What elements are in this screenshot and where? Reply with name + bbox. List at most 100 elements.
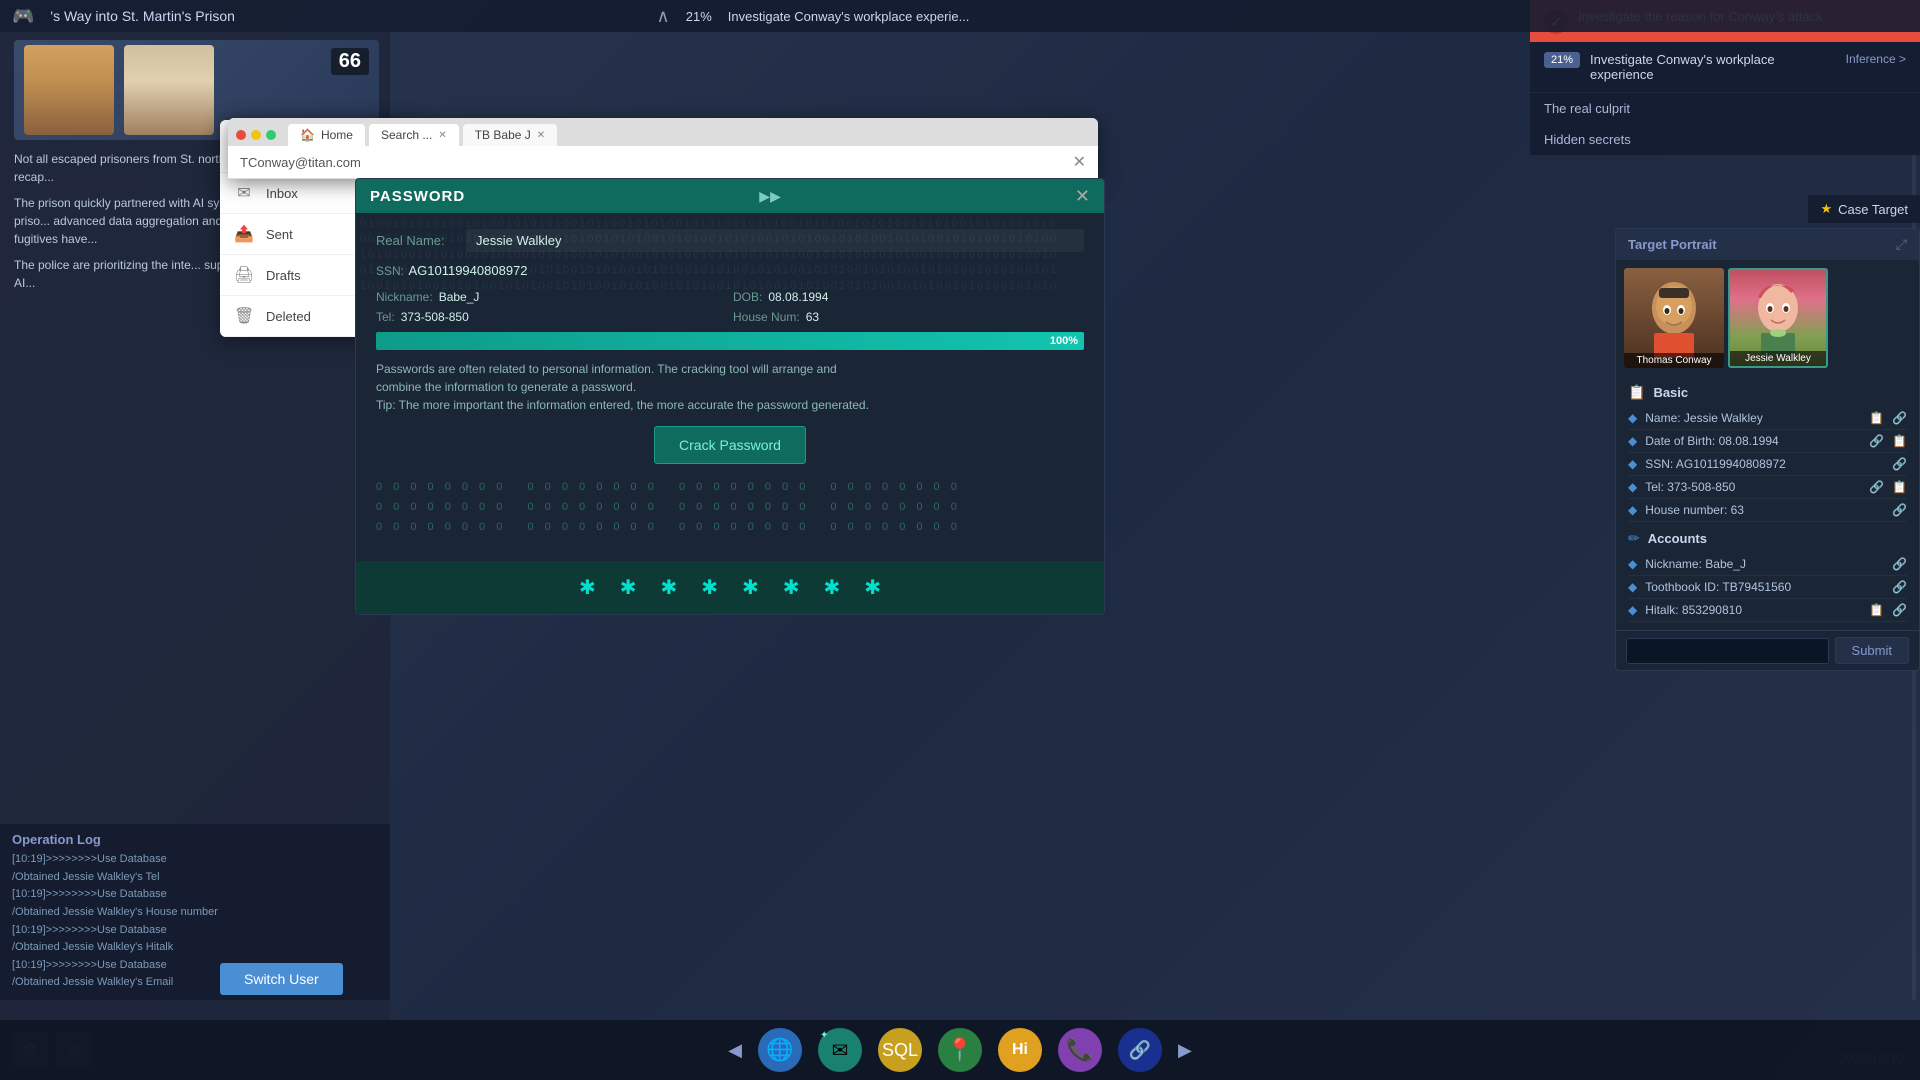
tel-copy-icon[interactable]: 📋 — [1892, 480, 1907, 494]
operation-log-title: Operation Log — [12, 832, 378, 847]
inference-label[interactable]: Inference > — [1846, 52, 1906, 66]
dob-info: Date of Birth: 08.08.1994 — [1645, 434, 1861, 448]
info-nickname-row: ◆ Nickname: Babe_J 🔗 — [1628, 553, 1907, 576]
maximize-dot[interactable] — [266, 130, 276, 140]
nickname-value: Babe_J — [439, 290, 480, 304]
hitalk-info: Hitalk: 853290810 — [1645, 603, 1861, 617]
hint-line3: Tip: The more important the information … — [376, 398, 869, 412]
home-tab-label: 🏠 — [300, 128, 315, 142]
top-bar-percent: 21% — [686, 9, 712, 24]
close-dot[interactable] — [236, 130, 246, 140]
hitalk-copy-icon[interactable]: 📋 — [1869, 603, 1884, 617]
dob-label: DOB: — [733, 290, 762, 304]
tel-label: Tel: — [376, 310, 395, 324]
accounts-section-header: ✏ Accounts — [1628, 530, 1907, 547]
top-bar-title: 's Way into St. Martin's Prison — [50, 8, 640, 24]
nickname-link-icon[interactable]: 🔗 — [1892, 557, 1907, 571]
real-name-value: Jessie Walkley — [466, 229, 1084, 252]
taskbar-phone-icon[interactable]: 📞 — [1058, 1028, 1102, 1072]
taskbar-hi-icon[interactable]: Hi — [998, 1028, 1042, 1072]
info-tel-row: ◆ Tel: 373-508-850 🔗 📋 — [1628, 476, 1907, 499]
house-info-bullet: ◆ — [1628, 503, 1637, 517]
hitalk-info-bullet: ◆ — [1628, 603, 1637, 617]
progress-bar-container: 100% — [376, 332, 1084, 350]
taskbar-mail-icon[interactable]: ✉ ✦ — [818, 1028, 862, 1072]
name-copy-icon[interactable]: 📋 — [1869, 411, 1884, 425]
obj-item-label: Investigate Conway's workplace experienc… — [1590, 52, 1836, 82]
tel-value: 373-508-850 — [401, 310, 469, 324]
taskbar-browser-icon[interactable]: 🌐 — [758, 1028, 802, 1072]
op-entry-1: [10:19]>>>>>>>>Use Database — [12, 851, 378, 869]
switch-user-button[interactable]: Switch User — [220, 963, 343, 995]
email-from-address: TConway@titan.com — [240, 155, 361, 170]
minimize-dot[interactable] — [251, 130, 261, 140]
op-entry-6: /Obtained Jessie Walkley's Hitalk — [12, 939, 378, 957]
toothbook-info-bullet: ◆ — [1628, 580, 1637, 594]
taskbar-location-icon[interactable]: 📍 — [938, 1028, 982, 1072]
portrait-conway[interactable]: Thomas Conway — [1624, 268, 1724, 368]
taskbar-link-icon[interactable]: 🔗 — [1118, 1028, 1162, 1072]
email-browser-close-icon[interactable]: ✕ — [1073, 152, 1086, 172]
real-name-label: Real Name: — [376, 233, 466, 248]
tab-tb-babe[interactable]: TB Babe J ✕ — [463, 124, 557, 146]
submit-button[interactable]: Submit — [1835, 637, 1909, 664]
star-5: ✱ — [742, 575, 759, 600]
crack-password-button[interactable]: Crack Password — [654, 426, 806, 464]
tb-babe-tab-close-icon[interactable]: ✕ — [537, 130, 545, 141]
portrait-title: Target Portrait — [1628, 237, 1717, 252]
email-address-bar: TConway@titan.com ✕ — [228, 146, 1098, 179]
nickname-info-bullet: ◆ — [1628, 557, 1637, 571]
portrait-header: Target Portrait ⤢ — [1616, 229, 1919, 260]
search-tab-close-icon[interactable]: ✕ — [438, 130, 446, 141]
nickname-label: Nickname: — [376, 290, 433, 304]
dob-pair: DOB: 08.08.1994 — [733, 290, 1084, 304]
top-bar-expand-icon[interactable]: ∧ — [657, 6, 670, 27]
taskbar-left-arrow[interactable]: ◀ — [728, 1040, 742, 1061]
story-character-1 — [24, 45, 114, 135]
tb-babe-tab-text: TB Babe J — [475, 128, 531, 142]
portrait-walkley[interactable]: Jessie Walkley — [1728, 268, 1828, 368]
tel-link-icon[interactable]: 🔗 — [1869, 480, 1884, 494]
nickname-info: Nickname: Babe_J — [1645, 557, 1884, 571]
target-portrait-panel: Target Portrait ⤢ Thomas Conway — [1615, 228, 1920, 671]
submit-input[interactable] — [1626, 638, 1829, 664]
dob-bullet: ◆ — [1628, 434, 1637, 448]
ssn-link-icon[interactable]: 🔗 — [1892, 457, 1907, 471]
submit-area: Submit — [1616, 630, 1919, 670]
accounts-section-icon: ✏ — [1628, 530, 1640, 547]
tel-pair: Tel: 373-508-850 — [376, 310, 727, 324]
walkley-name: Jessie Walkley — [1730, 351, 1826, 366]
top-bar-investigate: Investigate Conway's workplace experie..… — [728, 9, 1908, 24]
portrait-expand-icon[interactable]: ⤢ — [1896, 236, 1907, 253]
case-target-text: Case Target — [1838, 202, 1908, 217]
name-link-icon[interactable]: 🔗 — [1892, 411, 1907, 425]
taskbar-db-icon[interactable]: SQL — [878, 1028, 922, 1072]
taskbar-right-arrow[interactable]: ▶ — [1178, 1040, 1192, 1061]
password-modal: PASSWORD ▶▶ ✕ 01001010101001010010101010… — [355, 178, 1105, 615]
house-pair: House Num: 63 — [733, 310, 1084, 324]
tab-home[interactable]: 🏠 Home — [288, 124, 365, 146]
info-toothbook-row: ◆ Toothbook ID: TB79451560 🔗 — [1628, 576, 1907, 599]
basic-section-icon: 📋 — [1628, 384, 1645, 401]
tab-search[interactable]: Search ... ✕ — [369, 124, 459, 146]
star-icon: ★ — [1820, 201, 1832, 217]
dob-link-icon[interactable]: 🔗 — [1869, 434, 1884, 448]
modal-arrows-icon: ▶▶ — [759, 188, 781, 205]
toothbook-link-icon[interactable]: 🔗 — [1892, 580, 1907, 594]
hitalk-link-icon[interactable]: 🔗 — [1892, 603, 1907, 617]
info-house-row: ◆ House number: 63 🔗 — [1628, 499, 1907, 522]
tel-info: Tel: 373-508-850 — [1645, 480, 1861, 494]
modal-close-button[interactable]: ✕ — [1075, 187, 1090, 205]
portraits-row: Thomas Conway Jessie Walkley — [1616, 260, 1919, 376]
basic-section-header: 📋 Basic — [1628, 384, 1907, 401]
home-tab-text: Home — [321, 128, 353, 142]
house-info: House number: 63 — [1645, 503, 1884, 517]
house-link-icon[interactable]: 🔗 — [1892, 503, 1907, 517]
obj-item-1: 21% Investigate Conway's workplace exper… — [1530, 42, 1920, 93]
email-browser: 🏠 Home Search ... ✕ TB Babe J ✕ TConway@… — [228, 118, 1098, 179]
obj-real-culprit: The real culprit — [1530, 93, 1920, 124]
star-1: ✱ — [579, 575, 596, 600]
sent-icon: 📤 — [234, 224, 254, 244]
op-entry-3: [10:19]>>>>>>>>Use Database — [12, 886, 378, 904]
dob-copy-icon[interactable]: 📋 — [1892, 434, 1907, 448]
